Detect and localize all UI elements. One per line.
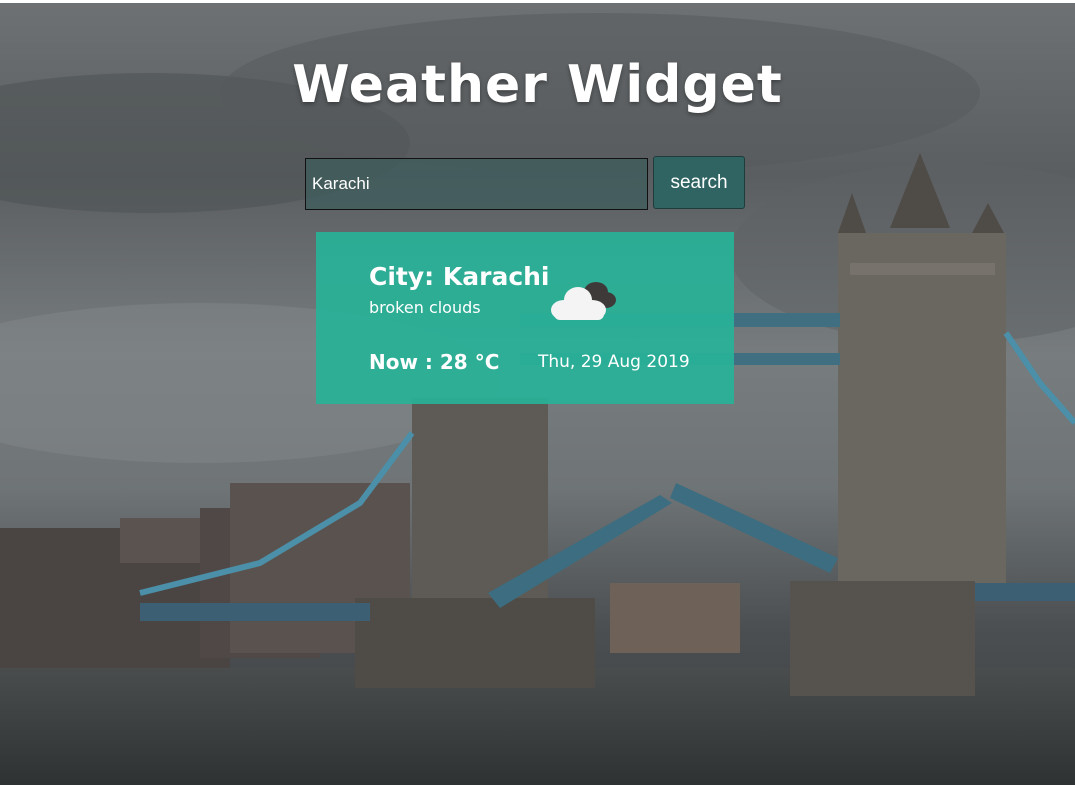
weather-description: broken clouds	[369, 298, 481, 317]
page-title: Weather Widget	[292, 55, 783, 115]
city-name: Karachi	[442, 262, 550, 291]
temperature-unit: °C	[467, 350, 500, 374]
city-search-input[interactable]	[305, 158, 648, 210]
weather-card: City: Karachi broken clouds Now : 28 °C …	[316, 232, 734, 404]
broken-clouds-icon	[548, 278, 618, 328]
current-temperature: Now : 28 °C	[369, 350, 499, 374]
search-button[interactable]: search	[653, 156, 745, 209]
city-heading: City: Karachi	[369, 262, 550, 291]
now-prefix: Now :	[369, 350, 440, 374]
temperature-value: 28	[439, 350, 468, 374]
city-prefix: City:	[369, 262, 443, 291]
date-label: Thu, 29 Aug 2019	[538, 352, 690, 372]
